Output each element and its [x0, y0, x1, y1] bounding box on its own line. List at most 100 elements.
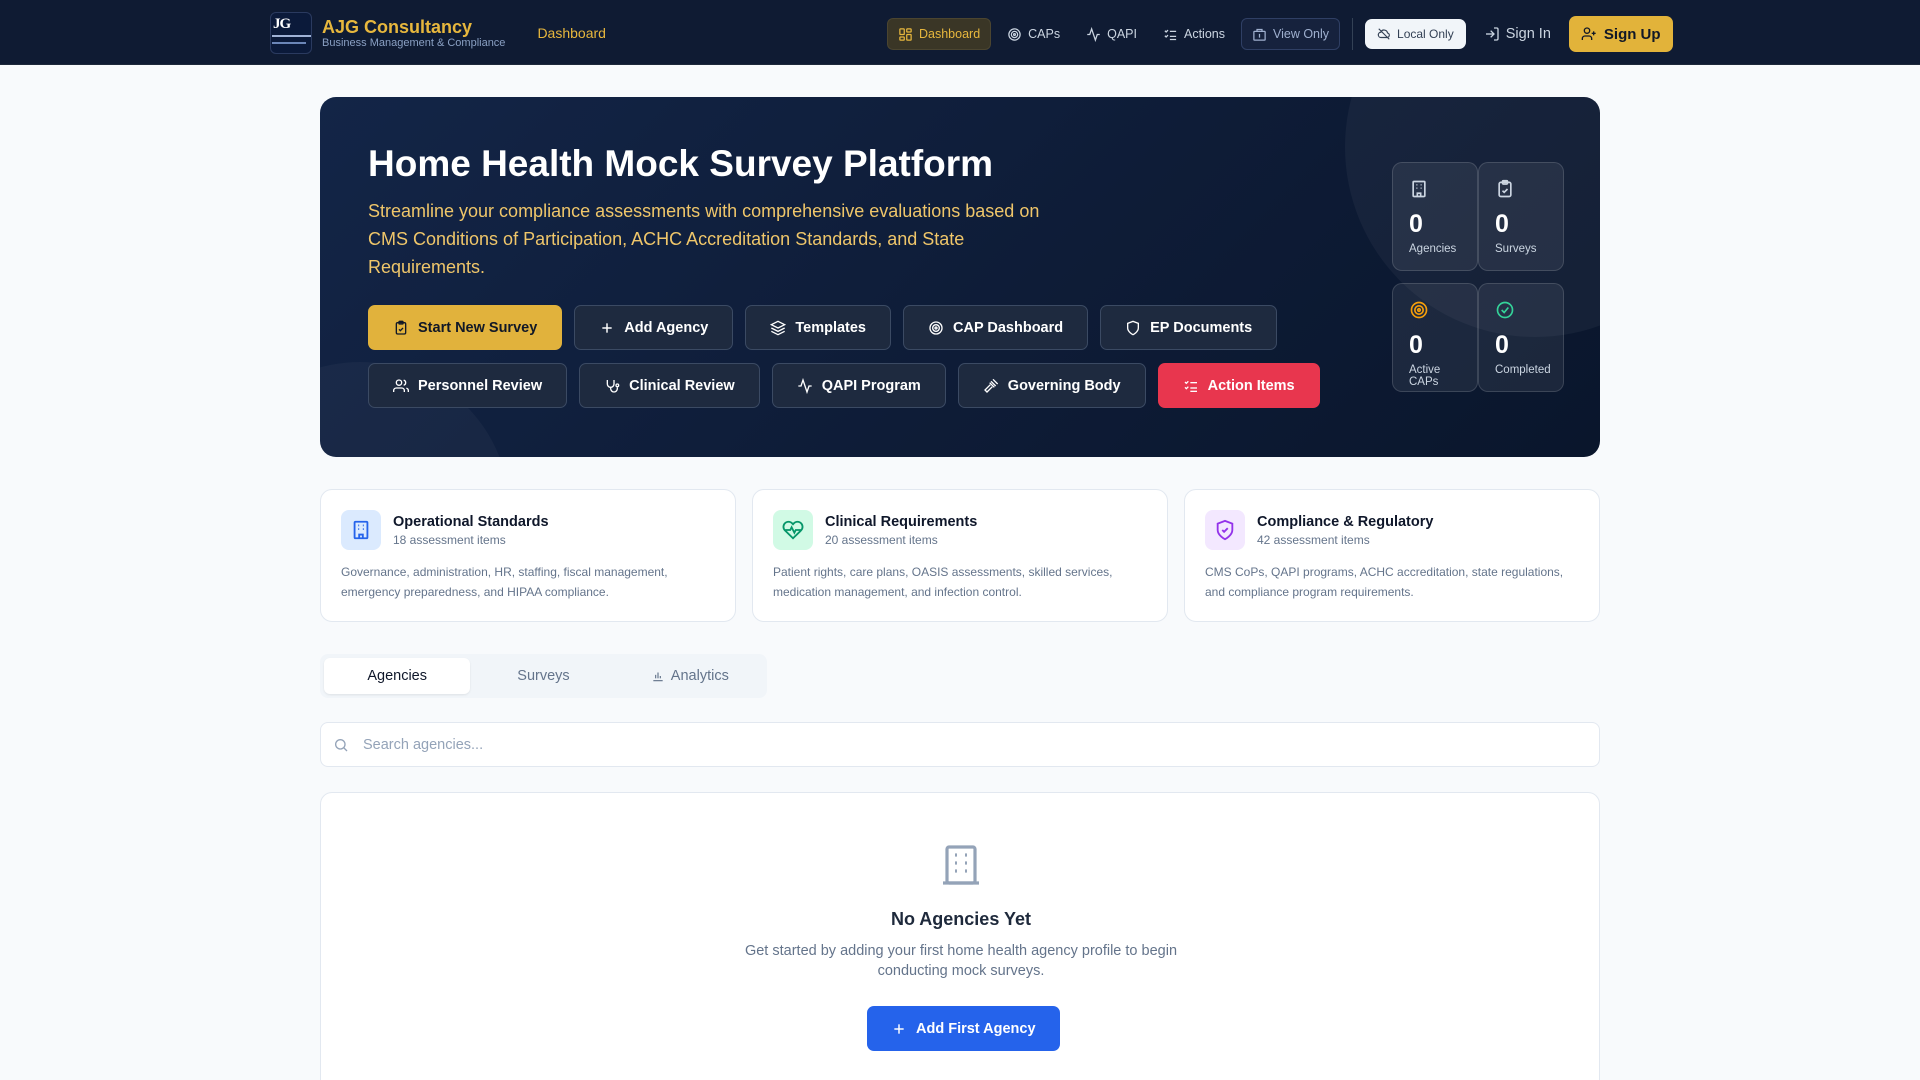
sign-up-label: Sign Up — [1603, 25, 1661, 43]
cap-dashboard-button[interactable]: CAP Dashboard — [903, 305, 1089, 350]
view-only-label: View Only — [1272, 27, 1330, 41]
breadcrumb[interactable]: Dashboard — [537, 25, 606, 41]
sign-up-button[interactable]: Sign Up — [1568, 16, 1673, 52]
nav-qapi-label: QAPI — [1107, 27, 1137, 41]
dashboard-icon — [898, 27, 913, 42]
personnel-review-button[interactable]: Personnel Review — [368, 363, 568, 408]
search-input[interactable] — [363, 736, 1563, 753]
category-description: Patient rights, care plans, OASIS assess… — [773, 565, 1113, 599]
hero-actions-row-1: Start New Survey Add Agency Templates CA… — [368, 305, 1278, 350]
brand-logo[interactable]: JG — [270, 11, 312, 54]
brand-subtitle: Business Management & Compliance — [322, 36, 506, 49]
stat-agencies-label: Agencies — [1409, 243, 1457, 255]
personnel-review-label: Personnel Review — [418, 377, 543, 394]
plus-icon — [599, 320, 615, 336]
stat-active-caps-label: Active CAPs — [1409, 364, 1441, 388]
stat-agencies-value: 0 — [1409, 210, 1423, 238]
start-new-survey-label: Start New Survey — [418, 319, 538, 336]
view-only-badge[interactable]: View Only — [1240, 18, 1341, 50]
nav-actions-link[interactable]: Actions — [1153, 18, 1235, 50]
cloud-off-icon — [1377, 27, 1391, 41]
heart-pulse-icon — [773, 510, 813, 550]
tab-agencies[interactable]: Agencies — [324, 658, 471, 694]
category-count: 18 assessment items — [393, 533, 506, 547]
building-icon — [1409, 179, 1461, 199]
category-title: Operational Standards — [393, 514, 549, 530]
agencies-empty-state: No Agencies Yet Get started by adding yo… — [320, 792, 1600, 1080]
brand-title: AJG Consultancy — [322, 16, 473, 37]
hero-actions-row-2: Personnel Review Clinical Review QAPI Pr… — [368, 363, 1320, 408]
tab-analytics[interactable]: Analytics — [617, 658, 763, 694]
nav-separator — [1352, 18, 1354, 50]
category-description: Governance, administration, HR, staffing… — [341, 565, 668, 599]
action-items-button[interactable]: Action Items — [1157, 363, 1320, 408]
building-icon — [937, 841, 985, 889]
list-checks-icon — [1183, 378, 1199, 394]
empty-state-title: No Agencies Yet — [890, 909, 1032, 929]
sign-in-label: Sign In — [1505, 26, 1551, 42]
hero-description: Streamline your compliance assessments w… — [368, 201, 1040, 277]
activity-icon — [1086, 26, 1101, 42]
nav-dashboard-link[interactable]: Dashboard — [887, 18, 992, 50]
agency-search-bar — [320, 722, 1600, 767]
clinical-review-label: Clinical Review — [629, 377, 735, 394]
action-items-label: Action Items — [1207, 377, 1295, 394]
shield-icon — [1125, 320, 1141, 336]
qapi-program-label: QAPI Program — [821, 377, 921, 394]
hero-title: Home Health Mock Survey Platform — [368, 143, 994, 184]
stat-completed-label: Completed — [1495, 364, 1551, 376]
list-checks-icon — [1163, 27, 1178, 42]
add-first-agency-button[interactable]: Add First Agency — [867, 1006, 1060, 1051]
shield-check-icon — [1205, 510, 1245, 550]
tab-analytics-label: Analytics — [670, 668, 729, 684]
category-title: Clinical Requirements — [825, 514, 978, 530]
stethoscope-icon — [604, 378, 620, 394]
stat-active-caps-value: 0 — [1409, 331, 1423, 359]
target-icon — [928, 320, 944, 336]
add-agency-label: Add Agency — [624, 319, 709, 336]
stat-surveys: 0 Surveys — [1478, 162, 1564, 271]
log-in-icon — [1484, 26, 1500, 42]
category-count: 20 assessment items — [825, 533, 938, 547]
plus-icon — [891, 1021, 907, 1037]
bar-chart-icon — [651, 669, 665, 683]
clipboard-check-icon — [1495, 179, 1547, 199]
activity-icon — [797, 377, 813, 394]
qapi-program-button[interactable]: QAPI Program — [771, 363, 946, 408]
add-agency-button[interactable]: Add Agency — [574, 305, 734, 350]
ep-documents-button[interactable]: EP Documents — [1100, 305, 1278, 350]
brand[interactable]: AJG Consultancy Business Management & Co… — [322, 17, 505, 49]
category-card-operational[interactable]: Operational Standards 18 assessment item… — [320, 489, 736, 622]
category-title: Compliance & Regulatory — [1257, 514, 1434, 530]
stat-surveys-value: 0 — [1495, 210, 1509, 238]
stat-agencies: 0 Agencies — [1392, 162, 1478, 271]
templates-button[interactable]: Templates — [745, 305, 891, 350]
templates-label: Templates — [795, 319, 866, 336]
clinical-review-button[interactable]: Clinical Review — [579, 363, 760, 408]
category-description: CMS CoPs, QAPI programs, ACHC accreditat… — [1205, 565, 1564, 599]
add-first-agency-label: Add First Agency — [916, 1020, 1036, 1037]
top-navbar: JG AJG Consultancy Business Management &… — [0, 0, 1920, 65]
nav-actions-label: Actions — [1183, 27, 1225, 41]
target-icon — [1007, 27, 1022, 42]
nav-caps-label: CAPs — [1028, 27, 1061, 41]
ep-documents-label: EP Documents — [1150, 319, 1253, 336]
nav-qapi-link[interactable]: QAPI — [1076, 18, 1147, 50]
stat-surveys-label: Surveys — [1495, 243, 1537, 255]
nav-caps-link[interactable]: CAPs — [997, 18, 1070, 50]
tab-surveys[interactable]: Surveys — [470, 658, 616, 694]
governing-body-button[interactable]: Governing Body — [957, 363, 1146, 408]
nav-links: Dashboard CAPs QAPI Actions View Only Lo… — [887, 16, 1673, 52]
category-count: 42 assessment items — [1257, 533, 1370, 547]
governing-body-label: Governing Body — [1007, 377, 1121, 394]
stat-completed-value: 0 — [1495, 331, 1509, 359]
check-circle-icon — [1495, 300, 1547, 320]
local-only-badge[interactable]: Local Only — [1365, 19, 1466, 49]
building-icon — [1252, 27, 1267, 42]
start-new-survey-button[interactable]: Start New Survey — [368, 305, 563, 350]
sign-in-button[interactable]: Sign In — [1472, 26, 1563, 42]
user-plus-icon — [1581, 26, 1597, 42]
category-card-clinical[interactable]: Clinical Requirements 20 assessment item… — [752, 489, 1168, 622]
cap-dashboard-label: CAP Dashboard — [953, 319, 1064, 336]
category-card-compliance[interactable]: Compliance & Regulatory 42 assessment it… — [1184, 489, 1600, 622]
